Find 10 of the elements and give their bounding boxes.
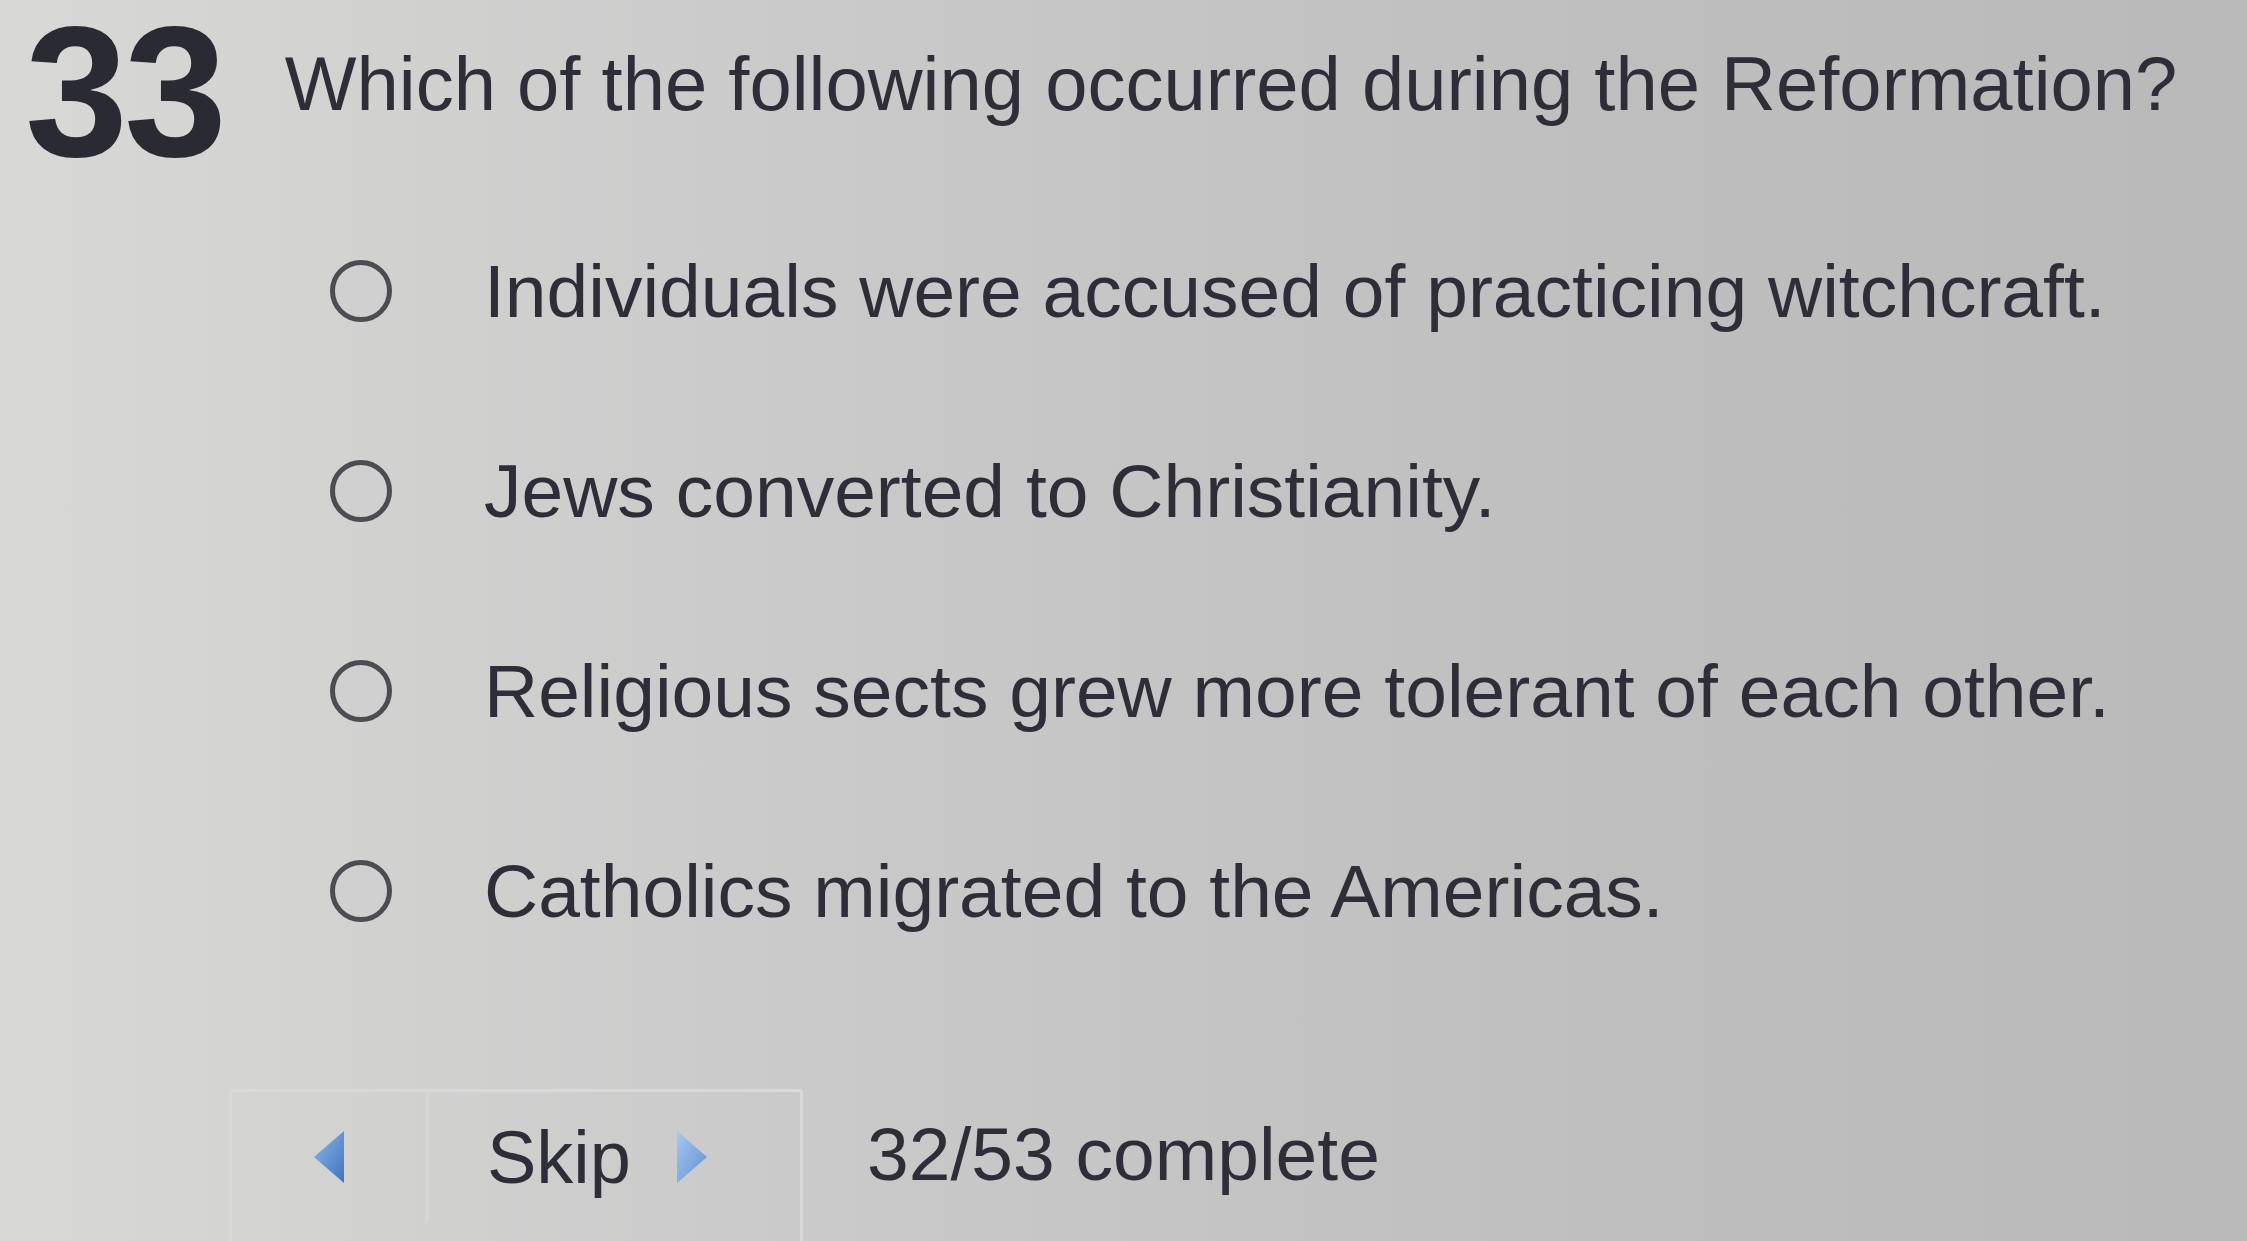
left-arrow-icon	[314, 1131, 344, 1183]
question-text: Which of the following occurred during the Reformation?	[284, 40, 2178, 128]
question-number: 33	[25, 0, 223, 185]
option-label[interactable]: Jews converted to Christianity.	[484, 446, 1496, 536]
option-label[interactable]: Individuals were accused of practicing witchcraft.	[484, 246, 2106, 336]
skip-button[interactable]: Skip	[429, 1092, 800, 1222]
progress-text: 32/53 complete	[867, 1111, 1380, 1197]
option-label[interactable]: Religious sects grew more tolerant of each other.	[484, 646, 2110, 736]
right-arrow-icon	[676, 1131, 707, 1183]
option-label[interactable]: Catholics migrated to the Americas.	[484, 846, 1664, 936]
